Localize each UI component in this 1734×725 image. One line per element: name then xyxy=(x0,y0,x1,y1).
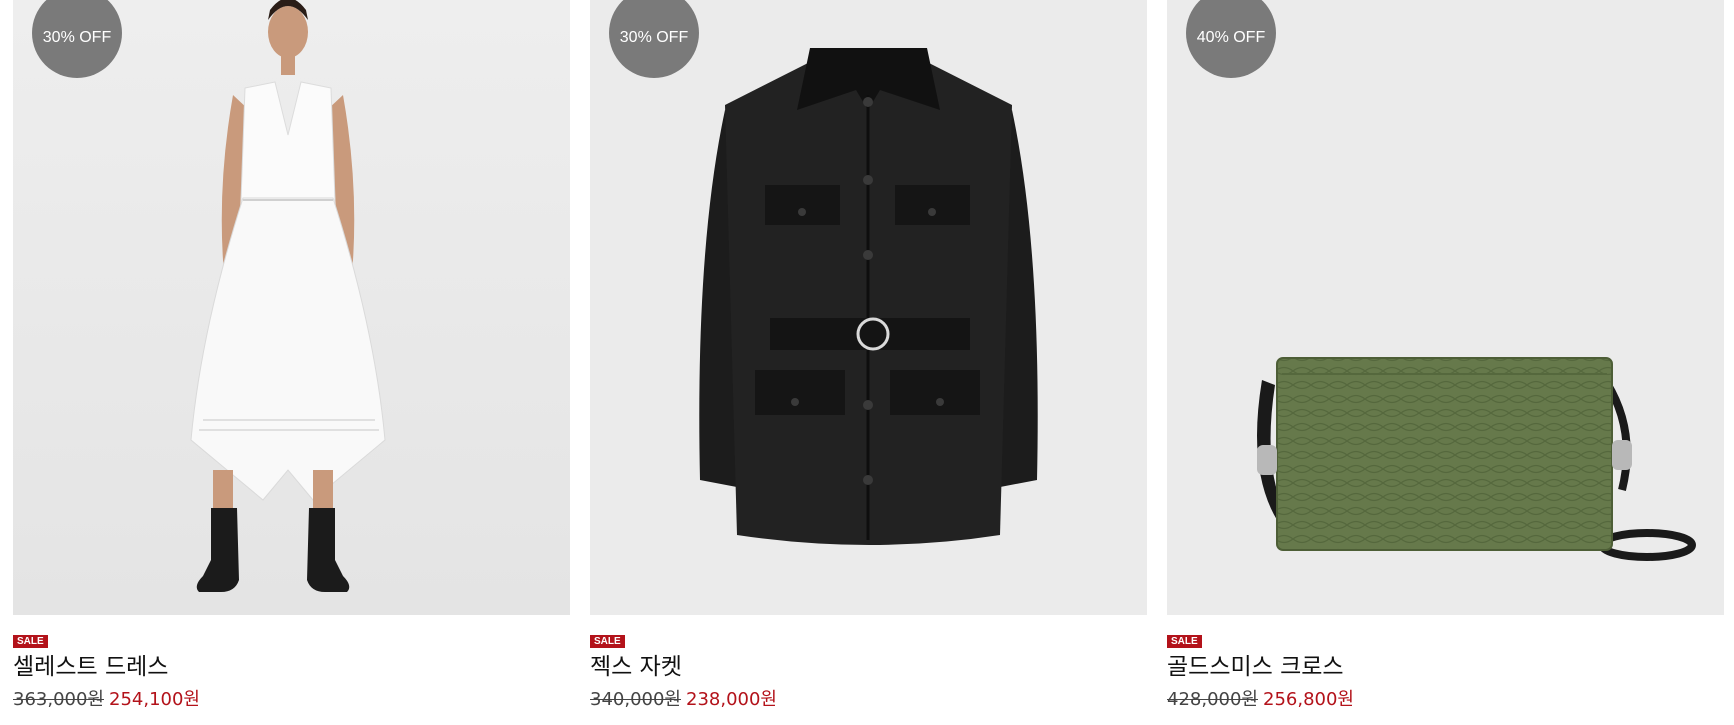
product-image-green-bag[interactable]: 40% OFF xyxy=(1167,0,1724,615)
sale-price: 256,800원 xyxy=(1263,689,1354,710)
sale-tag: SALE xyxy=(1167,635,1202,648)
product-name[interactable]: 골드스미스 크로스 xyxy=(1167,652,1344,682)
original-price: 363,000원 xyxy=(13,689,104,710)
price-row: 428,000원 256,800원 xyxy=(1167,688,1354,712)
sale-tag: SALE xyxy=(590,635,625,648)
product-card[interactable]: 30% OFF SALE 셀레스트 드레스 363,000원 254,100원 xyxy=(13,0,570,725)
green-bag-illustration xyxy=(1257,357,1696,561)
product-name[interactable]: 젝스 자켓 xyxy=(590,652,682,682)
sale-price: 254,100원 xyxy=(109,689,200,710)
black-jacket-illustration xyxy=(699,48,1038,545)
product-grid: 30% OFF SALE 셀레스트 드레스 363,000원254,100원 xyxy=(0,0,1734,725)
product-name[interactable]: 셀레스트 드레스 xyxy=(13,652,168,682)
product-image-white-dress[interactable]: 30% OFF xyxy=(13,0,570,615)
original-price: 340,000원 xyxy=(590,689,681,710)
price-row: 340,000원 238,000원 xyxy=(590,688,777,712)
white-dress-illustration xyxy=(190,0,386,592)
sale-tag: SALE xyxy=(13,635,48,648)
product-image-black-jacket[interactable]: 30% OFF xyxy=(590,0,1147,615)
product-card[interactable]: 40% OFF SALE 골드스미스 크로스 428,000원 256,800원 xyxy=(1167,0,1724,725)
product-card[interactable]: 30% OFF SALE 젝스 자켓 340,000원 238,000원 xyxy=(590,0,1147,725)
sale-price: 238,000원 xyxy=(686,689,777,710)
original-price: 428,000원 xyxy=(1167,689,1258,710)
price-row: 363,000원 254,100원 xyxy=(13,688,200,712)
